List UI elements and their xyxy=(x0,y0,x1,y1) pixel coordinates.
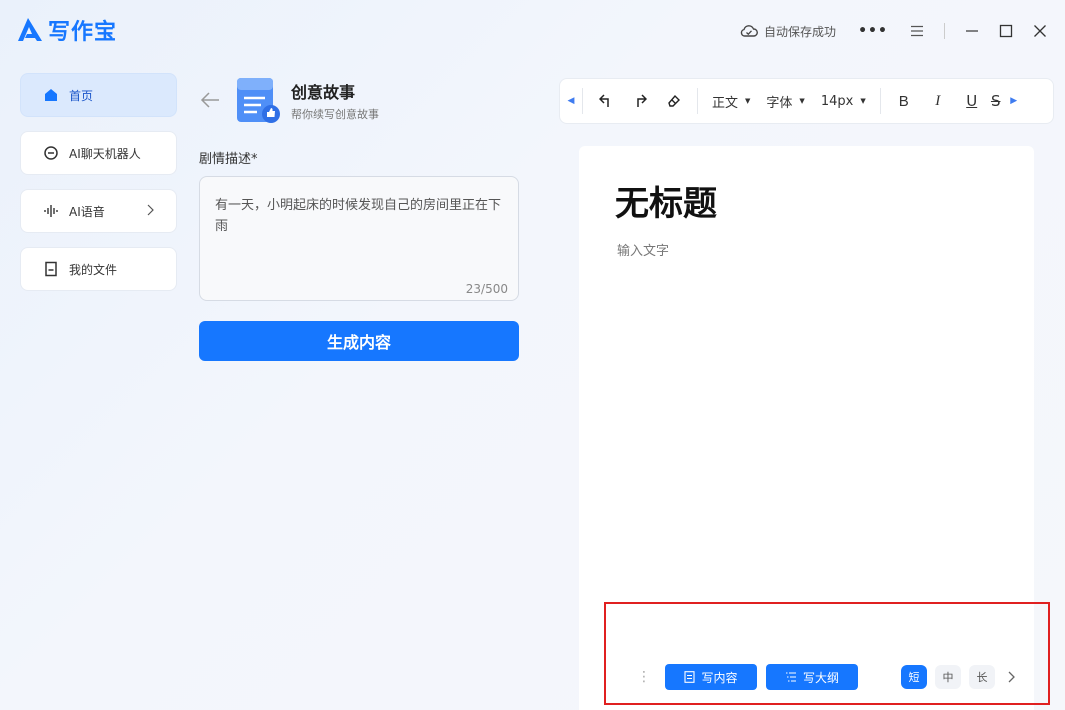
plot-description-input[interactable]: 有一天，小明起床的时候发现自己的房间里正在下雨 23/500 xyxy=(199,176,519,301)
more-button[interactable]: ••• xyxy=(856,18,890,44)
chat-icon xyxy=(43,145,59,161)
minimize-button[interactable] xyxy=(955,18,989,44)
length-long-button[interactable]: 长 xyxy=(969,665,995,689)
undo-button[interactable] xyxy=(589,86,623,116)
editor-placeholder[interactable]: 输入文字 xyxy=(617,240,669,259)
chevron-right-icon xyxy=(146,204,156,219)
more-icon: ••• xyxy=(858,23,888,39)
voice-icon xyxy=(43,203,59,219)
file-icon xyxy=(43,261,59,277)
home-icon xyxy=(43,87,59,103)
autosave-text: 自动保存成功 xyxy=(763,24,836,39)
drag-handle-icon[interactable]: ⋮ xyxy=(634,669,654,685)
app-logo: 写作宝 xyxy=(14,14,117,46)
write-outline-label: 写大纲 xyxy=(802,670,839,685)
sidebar-item-home[interactable]: 首页 xyxy=(20,73,177,117)
toolbar-divider xyxy=(582,88,583,114)
maximize-button[interactable] xyxy=(989,18,1023,44)
write-content-button[interactable]: 写内容 xyxy=(665,664,757,690)
strikethrough-button[interactable]: S xyxy=(989,86,1003,116)
plot-description-text: 有一天，小明起床的时候发现自己的房间里正在下雨 xyxy=(215,198,502,234)
italic-button[interactable]: I xyxy=(921,86,955,116)
generate-content-button[interactable]: 生成内容 xyxy=(199,321,519,361)
sidebar-item-label: 首页 xyxy=(69,88,94,103)
close-icon xyxy=(1034,25,1046,37)
titlebar-divider xyxy=(944,23,945,39)
autosave-status: 自动保存成功 xyxy=(740,23,836,40)
minimize-icon xyxy=(966,30,978,32)
sidebar-item-my-files[interactable]: 我的文件 xyxy=(20,247,177,291)
cloud-icon xyxy=(740,25,758,37)
font-family-select[interactable]: 字体 ▼ xyxy=(758,86,812,116)
back-button[interactable] xyxy=(199,90,221,114)
panel-title: 创意故事 xyxy=(291,83,356,102)
caret-right-icon: ▶ xyxy=(1010,96,1018,106)
list-icon xyxy=(785,672,796,682)
length-medium-button[interactable]: 中 xyxy=(935,665,961,689)
sidebar-item-label: AI聊天机器人 xyxy=(69,146,141,161)
chevron-right-icon xyxy=(1008,671,1015,683)
app-name: 写作宝 xyxy=(48,20,118,45)
write-content-label: 写内容 xyxy=(701,670,738,685)
story-doc-icon xyxy=(237,78,280,123)
redo-button[interactable] xyxy=(623,86,657,116)
editor-canvas[interactable]: 无标题 输入文字 xyxy=(579,146,1034,710)
font-family-value: 字体 xyxy=(766,95,793,111)
logo-icon xyxy=(18,18,42,41)
title-bar: 写作宝 自动保存成功 ••• xyxy=(0,0,1065,62)
toolbar-scroll-right[interactable]: ▶ xyxy=(1003,79,1025,123)
back-arrow-icon xyxy=(200,92,219,108)
font-size-value: 14px xyxy=(820,93,854,109)
toolbar-scroll-left[interactable]: ◀ xyxy=(560,79,582,123)
menu-icon xyxy=(911,25,923,37)
menu-button[interactable] xyxy=(900,18,934,44)
font-size-select[interactable]: 14px ▼ xyxy=(813,86,874,116)
redo-icon xyxy=(637,94,647,107)
document-icon xyxy=(684,671,696,683)
eraser-icon xyxy=(668,94,680,107)
maximize-icon xyxy=(999,24,1013,38)
length-short-button[interactable]: 短 xyxy=(901,665,927,689)
strikethrough-icon: S xyxy=(990,92,1001,110)
caret-down-icon: ▼ xyxy=(860,97,866,105)
underline-button[interactable]: U xyxy=(955,86,989,116)
sidebar-item-ai-chat[interactable]: AI聊天机器人 xyxy=(20,131,177,175)
toolbar-divider xyxy=(879,88,881,114)
ai-action-bar: ⋮ 写内容 写大纲 短 中 长 xyxy=(622,653,1026,701)
italic-icon: I xyxy=(935,92,941,109)
caret-down-icon: ▼ xyxy=(799,97,805,105)
sidebar-item-label: 我的文件 xyxy=(69,262,118,277)
caret-down-icon: ▼ xyxy=(745,97,751,105)
write-outline-button[interactable]: 写大纲 xyxy=(766,664,858,690)
sidebar-item-ai-voice[interactable]: AI语音 xyxy=(20,189,177,233)
caret-left-icon: ◀ xyxy=(567,96,575,106)
toolbar-divider xyxy=(697,88,698,114)
underline-icon: U xyxy=(966,92,978,110)
sidebar-item-label: AI语音 xyxy=(69,204,105,219)
sidebar: 首页 AI聊天机器人 AI语音 我的文件 xyxy=(20,73,177,305)
paragraph-style-value: 正文 xyxy=(712,95,739,111)
expand-button[interactable] xyxy=(1007,671,1017,683)
document-title[interactable]: 无标题 xyxy=(615,176,717,225)
panel-header: 创意故事 帮你续写创意故事 xyxy=(199,74,529,130)
editor-toolbar: ◀ 正文 ▼ 字体 ▼ 14px ▼ B I U S ▶ xyxy=(559,78,1054,124)
undo-icon xyxy=(599,94,609,107)
close-button[interactable] xyxy=(1023,18,1057,44)
paragraph-style-select[interactable]: 正文 ▼ xyxy=(704,86,758,116)
char-count: 23/500 xyxy=(465,282,508,296)
bold-icon: B xyxy=(898,92,909,110)
plot-description-label: 剧情描述* xyxy=(199,152,258,167)
clear-format-button[interactable] xyxy=(657,86,691,116)
bold-button[interactable]: B xyxy=(887,86,921,116)
panel-subtitle: 帮你续写创意故事 xyxy=(291,108,379,121)
